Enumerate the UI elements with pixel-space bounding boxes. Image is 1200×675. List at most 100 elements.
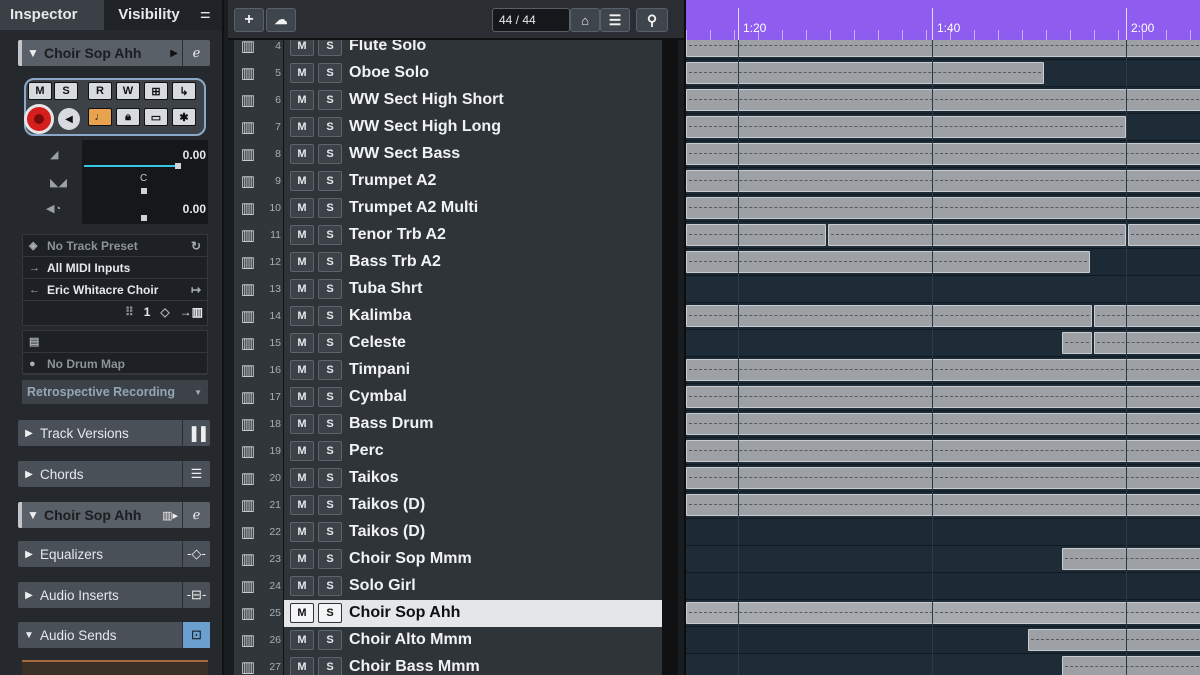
track-name[interactable]: Trumpet A2 Multi xyxy=(349,199,478,217)
track-mute-button[interactable]: M xyxy=(290,441,314,461)
midi-part[interactable] xyxy=(686,413,1200,435)
musical-mode-icon[interactable]: ♩ xyxy=(88,108,112,126)
solo-button[interactable]: S xyxy=(54,82,78,100)
lanes-icon[interactable]: ▭ xyxy=(144,108,168,126)
track-header[interactable]: M S Oboe Solo xyxy=(284,59,678,87)
track-count-field[interactable]: 44 / 44 xyxy=(492,8,570,32)
track-solo-button[interactable]: S xyxy=(318,603,342,623)
track-mute-button[interactable]: M xyxy=(290,117,314,137)
midi-part[interactable] xyxy=(686,224,826,246)
track-row[interactable]: ▥ 11 M S Tenor Trb A2 xyxy=(234,221,678,249)
track-lane[interactable] xyxy=(686,141,1200,168)
input-routing-field[interactable]: → All MIDI Inputs xyxy=(23,257,207,279)
delay-value[interactable]: 0.00 xyxy=(183,202,206,216)
track-header[interactable]: M S Bass Trb A2 xyxy=(284,248,678,276)
volume-value[interactable]: 0.00 xyxy=(183,148,206,162)
track-name[interactable]: Solo Girl xyxy=(349,577,416,595)
track-name[interactable]: Perc xyxy=(349,442,384,460)
edit-output-icon[interactable]: ↦ xyxy=(191,283,201,297)
delay-knob[interactable] xyxy=(141,215,147,221)
track-header[interactable]: M S Kalimba xyxy=(284,302,678,330)
tab-inspector[interactable]: Inspector xyxy=(0,0,104,30)
section-track-name[interactable]: ▼ Choir Sop Ahh ▥▸ ℯ xyxy=(18,502,210,528)
track-name[interactable]: Choir Alto Mmm xyxy=(349,631,472,649)
edit-instrument-icon[interactable]: ℯ xyxy=(182,502,210,528)
midi-part[interactable] xyxy=(1062,656,1200,675)
track-mute-button[interactable]: M xyxy=(290,306,314,326)
midi-channel-value[interactable]: 1 xyxy=(144,305,151,319)
track-solo-button[interactable]: S xyxy=(318,657,342,675)
track-solo-button[interactable]: S xyxy=(318,468,342,488)
track-mute-button[interactable]: M xyxy=(290,40,314,56)
track-header[interactable]: M S Flute Solo xyxy=(284,40,678,60)
track-mute-button[interactable]: M xyxy=(290,198,314,218)
track-mute-button[interactable]: M xyxy=(290,522,314,542)
track-name[interactable]: Taikos xyxy=(349,469,399,487)
track-lane[interactable] xyxy=(686,357,1200,384)
track-solo-button[interactable]: S xyxy=(318,144,342,164)
monitor-icon[interactable]: ◀ xyxy=(58,108,80,130)
volume-fader[interactable] xyxy=(84,165,178,167)
track-header[interactable]: M S Cymbal xyxy=(284,383,678,411)
track-row[interactable]: ▥ 20 M S Taikos xyxy=(234,464,678,492)
track-mute-button[interactable]: M xyxy=(290,360,314,380)
track-lane[interactable] xyxy=(686,60,1200,87)
output-routing-field[interactable]: ← Eric Whitacre Choir ↦ xyxy=(23,279,207,301)
track-header[interactable]: M S Taikos (D) xyxy=(284,491,678,519)
track-header[interactable]: M S WW Sect High Short xyxy=(284,86,678,114)
midi-part[interactable] xyxy=(686,386,1200,408)
keyboard-icon[interactable]: ▥▸ xyxy=(162,509,178,522)
add-track-menu-icon[interactable]: ☁ xyxy=(266,8,296,32)
track-lane[interactable] xyxy=(686,627,1200,654)
track-name[interactable]: Bass Drum xyxy=(349,415,433,433)
track-solo-button[interactable]: S xyxy=(318,522,342,542)
read-automation-button[interactable]: R xyxy=(88,82,112,100)
midi-part[interactable] xyxy=(686,305,1092,327)
track-solo-button[interactable]: S xyxy=(318,549,342,569)
section-audio-inserts[interactable]: ▶ Audio Inserts -⊟- xyxy=(18,582,210,608)
track-solo-button[interactable]: S xyxy=(318,198,342,218)
drum-map-field[interactable]: ● No Drum Map xyxy=(23,353,207,375)
track-row[interactable]: ▥ 7 M S WW Sect High Long xyxy=(234,113,678,141)
track-row[interactable]: ▥ 24 M S Solo Girl xyxy=(234,572,678,600)
track-mute-button[interactable]: M xyxy=(290,576,314,596)
track-header[interactable]: M S Choir Alto Mmm xyxy=(284,626,678,654)
midi-part[interactable] xyxy=(686,89,1200,111)
track-lane[interactable] xyxy=(686,87,1200,114)
track-list-menu-icon[interactable]: ☰ xyxy=(600,8,630,32)
track-name[interactable]: Tuba Shrt xyxy=(349,280,422,298)
collapse-triangle-icon[interactable]: ▼ xyxy=(22,46,44,60)
track-solo-button[interactable]: S xyxy=(318,576,342,596)
timeline-ruler[interactable]: 1:20 1:40 2:00 xyxy=(686,0,1200,40)
track-solo-button[interactable]: S xyxy=(318,117,342,137)
send-slot[interactable] xyxy=(22,660,208,675)
track-solo-button[interactable]: S xyxy=(318,387,342,407)
track-row[interactable]: ▥ 19 M S Perc xyxy=(234,437,678,465)
inspector-track-header[interactable]: ▼ Choir Sop Ahh ▶ ℯ xyxy=(18,40,210,66)
midi-part[interactable] xyxy=(686,440,1200,462)
track-row[interactable]: ▥ 25 M S Choir Sop Ahh xyxy=(234,599,678,627)
track-header[interactable]: M S Choir Bass Mmm xyxy=(284,653,678,675)
track-name[interactable]: WW Sect High Short xyxy=(349,91,504,109)
track-header[interactable]: M S Tuba Shrt xyxy=(284,275,678,303)
track-row[interactable]: ▥ 21 M S Taikos (D) xyxy=(234,491,678,519)
midi-part[interactable] xyxy=(686,359,1200,381)
track-solo-button[interactable]: S xyxy=(318,63,342,83)
track-row[interactable]: ▥ 13 M S Tuba Shrt xyxy=(234,275,678,303)
track-lane[interactable] xyxy=(686,600,1200,627)
track-lane[interactable] xyxy=(686,330,1200,357)
track-lane[interactable] xyxy=(686,438,1200,465)
track-row[interactable]: ▥ 10 M S Trumpet A2 Multi xyxy=(234,194,678,222)
section-chords[interactable]: ▶ Chords ☰ xyxy=(18,461,210,487)
edit-instrument-icon[interactable]: ℯ xyxy=(182,40,210,66)
track-header[interactable]: M S Choir Sop Ahh xyxy=(284,599,678,627)
visibility-agent-icon[interactable]: ⌂ xyxy=(570,8,600,32)
track-solo-button[interactable]: S xyxy=(318,225,342,245)
track-name[interactable]: Tenor Trb A2 xyxy=(349,226,446,244)
freeze-icon[interactable]: ⊞ xyxy=(144,82,168,100)
midi-part[interactable] xyxy=(1062,332,1092,354)
section-track-versions[interactable]: ▶ Track Versions ▐▐ xyxy=(18,420,210,446)
track-name[interactable]: Oboe Solo xyxy=(349,64,429,82)
track-lane[interactable] xyxy=(686,573,1200,600)
track-mute-button[interactable]: M xyxy=(290,387,314,407)
